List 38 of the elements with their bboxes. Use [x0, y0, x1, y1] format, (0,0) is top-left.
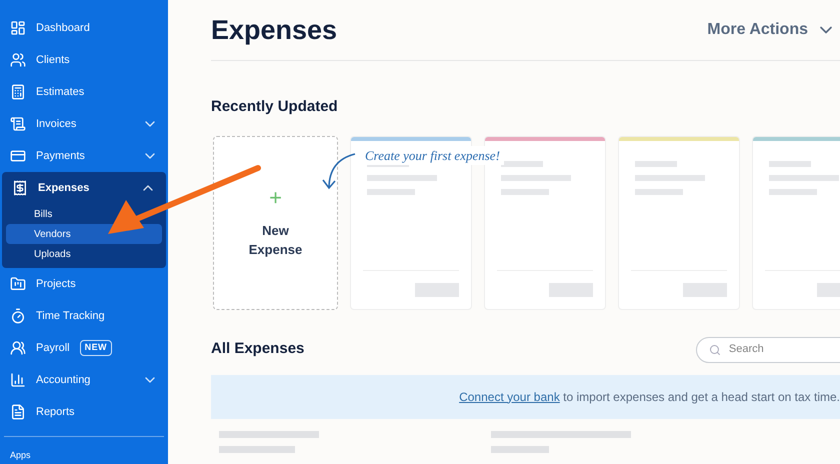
more-actions-button[interactable]: More Actions — [707, 18, 836, 42]
sub-nav-item[interactable]: Uploads — [34, 246, 71, 262]
nav-icon — [10, 84, 26, 100]
nav-icon — [10, 404, 26, 420]
connect-bank-link[interactable]: Connect your bank — [459, 390, 560, 404]
section-heading: All Expenses — [211, 339, 304, 360]
nav-icon — [10, 276, 26, 292]
apps-label[interactable]: Apps — [0, 449, 168, 462]
sub-nav-item[interactable]: Bills — [34, 206, 52, 222]
sub-nav-item[interactable]: Vendors — [34, 226, 71, 242]
nav-icon — [10, 340, 26, 356]
new-badge: NEW — [80, 340, 112, 356]
nav-icon — [12, 180, 28, 196]
nav-item[interactable]: Time Tracking — [36, 308, 105, 324]
nav-item[interactable]: Payments — [36, 148, 85, 164]
nav-item[interactable]: Dashboard — [36, 20, 90, 36]
nav-item[interactable]: Reports — [36, 404, 75, 420]
banner-text: Connect your bank to import expenses and get a head start on tax time. — [459, 388, 840, 406]
nav-item[interactable]: Accounting — [36, 372, 90, 388]
nav-item[interactable]: Projects — [36, 276, 76, 292]
plus-icon: + — [269, 186, 282, 208]
nav-icon — [10, 52, 26, 68]
section-heading: Recently Updated — [211, 97, 339, 117]
search-icon — [709, 342, 721, 356]
nav-item[interactable]: Expenses — [38, 180, 90, 196]
search-field[interactable]: Search — [696, 336, 840, 362]
search-input[interactable]: Search — [728, 341, 840, 358]
nav-icon — [10, 148, 26, 164]
nav-icon — [10, 372, 26, 388]
nav-icon — [10, 116, 26, 132]
nav-item[interactable]: Estimates — [36, 84, 84, 100]
nav-item[interactable]: Payroll — [36, 340, 70, 356]
nav-icon — [10, 20, 26, 36]
new-expense-card[interactable]: + New Expense — [213, 136, 338, 310]
nav-item[interactable]: Invoices — [36, 116, 76, 132]
page-title: Expenses — [211, 14, 338, 47]
nav-icon — [10, 308, 26, 324]
nav-item[interactable]: Clients — [36, 52, 70, 68]
